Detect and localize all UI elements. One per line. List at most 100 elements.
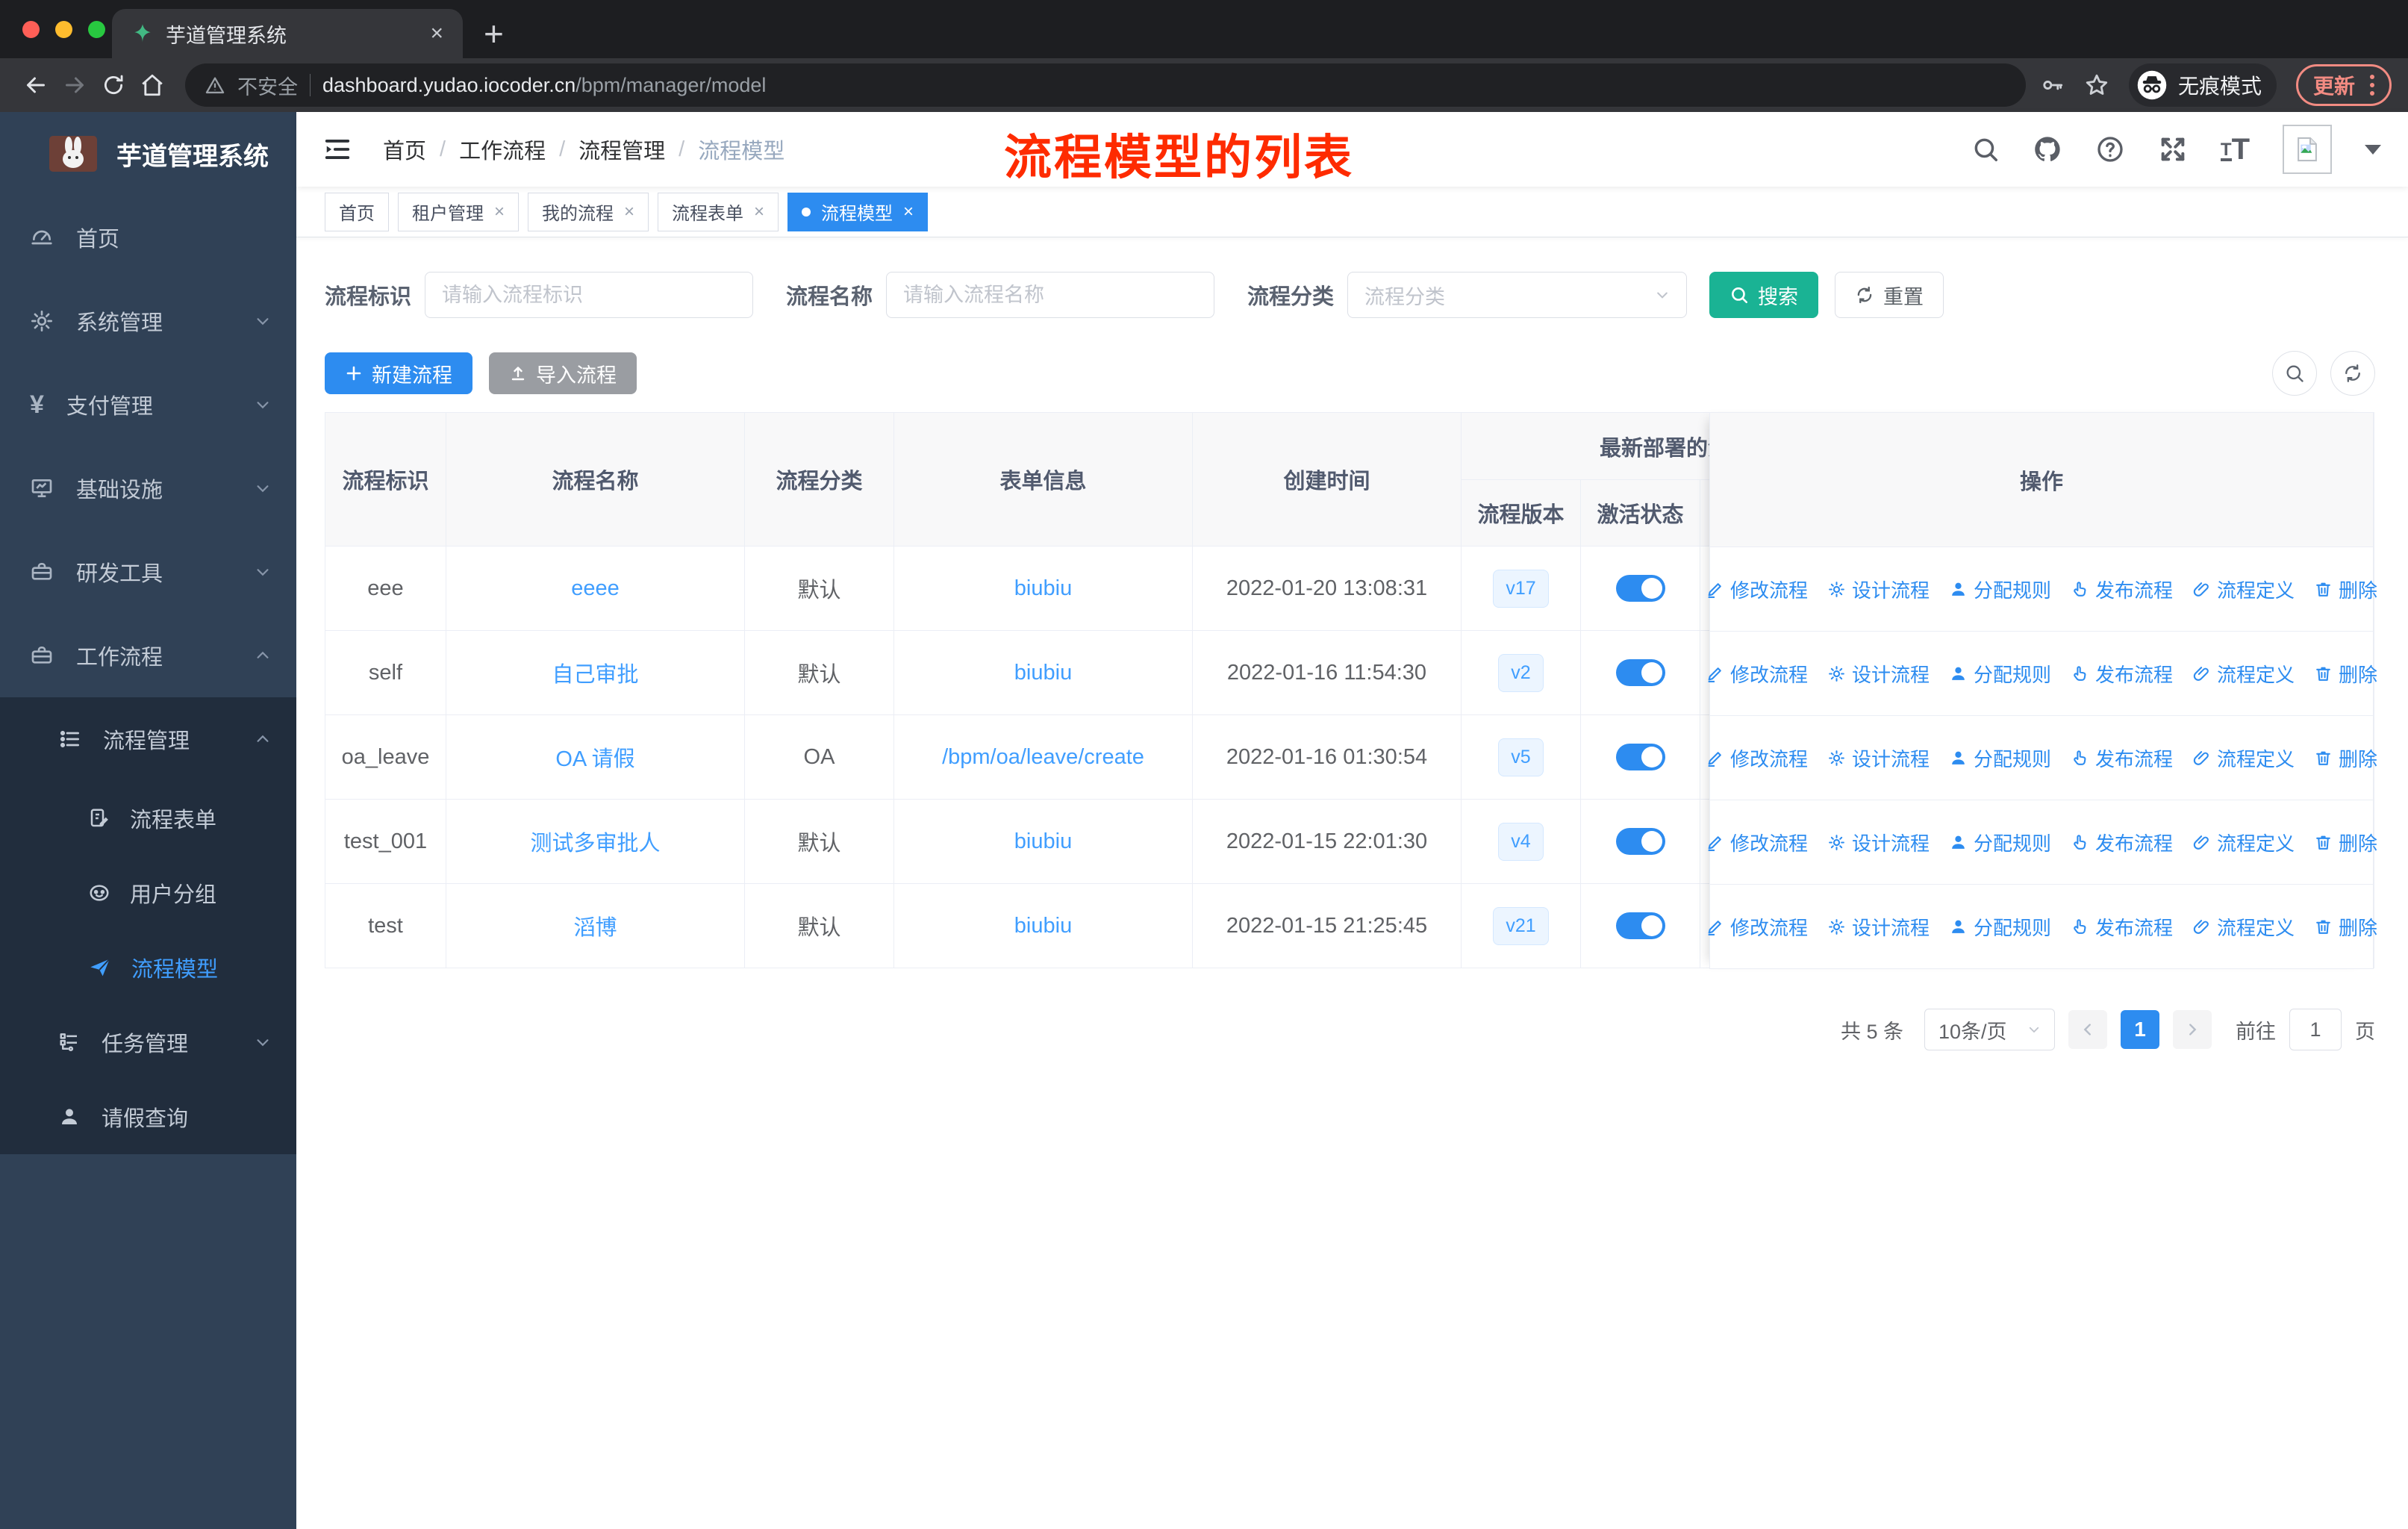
refresh-table-button[interactable] [2330,351,2375,396]
form-info-link[interactable]: /bpm/oa/leave/create [942,745,1144,769]
process-definition-link[interactable]: 流程定义 [2192,913,2295,941]
design-process-link[interactable]: 设计流程 [1827,829,1930,856]
avatar[interactable] [2283,125,2332,174]
filter-name-input[interactable] [886,272,1215,318]
assign-rules-link[interactable]: 分配规则 [1949,829,2051,856]
status-toggle[interactable] [1615,912,1665,939]
caret-down-icon[interactable] [2365,144,2381,155]
publish-process-link[interactable]: 发布流程 [2071,913,2173,941]
home-button[interactable] [133,72,172,98]
sidebar-item-infra[interactable]: 基础设施 [0,446,296,530]
github-icon[interactable] [2033,134,2062,164]
design-process-link[interactable]: 设计流程 [1827,744,1930,772]
modify-process-link[interactable]: 修改流程 [1706,829,1808,856]
process-name-link[interactable]: OA 请假 [555,747,634,771]
search-icon[interactable] [1971,135,2000,164]
delete-process-link[interactable]: 删除 [2314,576,2377,603]
fullscreen-icon[interactable] [2158,134,2188,164]
sidebar-item-process-model[interactable]: 流程模型 [0,930,296,1005]
page-size-select[interactable]: 10条/页 [1924,1009,2055,1050]
font-size-icon[interactable]: TT [2220,134,2250,164]
browser-menu-icon[interactable] [2370,75,2374,96]
bookmark-star-icon[interactable] [2084,72,2109,98]
modify-process-link[interactable]: 修改流程 [1706,576,1808,603]
process-name-link[interactable]: eeee [571,576,620,600]
process-name-link[interactable]: 滔博 [573,916,617,940]
tag-my-process[interactable]: 我的流程 × [528,192,649,231]
modify-process-link[interactable]: 修改流程 [1706,744,1808,772]
minimize-window-button[interactable] [55,20,72,38]
process-definition-link[interactable]: 流程定义 [2192,660,2295,688]
status-toggle[interactable] [1615,659,1665,686]
status-toggle[interactable] [1615,744,1665,770]
assign-rules-link[interactable]: 分配规则 [1949,576,2051,603]
status-toggle[interactable] [1615,575,1665,602]
process-definition-link[interactable]: 流程定义 [2192,576,2295,603]
goto-page-input[interactable] [2289,1009,2342,1050]
delete-process-link[interactable]: 删除 [2314,660,2377,688]
sidebar-item-workflow[interactable]: 工作流程 [0,614,296,697]
sidebar-item-home[interactable]: 首页 [0,196,296,279]
design-process-link[interactable]: 设计流程 [1827,576,1930,603]
assign-rules-link[interactable]: 分配规则 [1949,744,2051,772]
assign-rules-link[interactable]: 分配规则 [1949,660,2051,688]
publish-process-link[interactable]: 发布流程 [2071,576,2173,603]
back-button[interactable] [16,72,55,99]
process-definition-link[interactable]: 流程定义 [2192,744,2295,772]
publish-process-link[interactable]: 发布流程 [2071,829,2173,856]
status-toggle[interactable] [1615,828,1665,855]
reset-button[interactable]: 重置 [1835,272,1944,318]
close-icon[interactable]: × [624,202,634,222]
next-page-button[interactable] [2173,1010,2212,1049]
address-bar[interactable]: 不安全 dashboard.yudao.iocoder.cn/bpm/manag… [185,63,2026,107]
tag-process-model[interactable]: 流程模型 × [787,192,929,231]
tag-home[interactable]: 首页 [325,192,389,231]
sidebar-item-process-mgmt[interactable]: 流程管理 [0,697,296,781]
breadcrumb-process-mgmt[interactable]: 流程管理 [578,134,665,165]
browser-tab[interactable]: 芋道管理系统 × [112,9,463,58]
import-process-button[interactable]: 导入流程 [489,352,637,394]
form-info-link[interactable]: biubiu [1014,576,1072,600]
prev-page-button[interactable] [2068,1010,2107,1049]
show-search-button[interactable] [2272,351,2317,396]
close-icon[interactable]: × [754,202,764,222]
form-info-link[interactable]: biubiu [1014,661,1072,685]
sidebar-item-user-group[interactable]: 用户分组 [0,856,296,930]
close-window-button[interactable] [22,20,40,38]
publish-process-link[interactable]: 发布流程 [2071,660,2173,688]
delete-process-link[interactable]: 删除 [2314,913,2377,941]
close-icon[interactable]: × [494,202,505,222]
breadcrumb-workflow[interactable]: 工作流程 [459,134,546,165]
forward-button[interactable] [55,72,94,99]
sidebar-item-task-mgmt[interactable]: 任务管理 [0,1005,296,1080]
browser-update-button[interactable]: 更新 [2295,64,2392,106]
password-key-icon[interactable] [2039,72,2065,98]
security-chip[interactable]: 不安全 [237,71,298,100]
sidebar-item-leave-query[interactable]: 请假查询 [0,1080,296,1154]
search-button[interactable]: 搜索 [1709,272,1819,318]
design-process-link[interactable]: 设计流程 [1827,913,1930,941]
tab-close-icon[interactable]: × [430,21,443,46]
close-icon[interactable]: × [903,202,914,222]
tag-process-form[interactable]: 流程表单 × [658,192,779,231]
process-definition-link[interactable]: 流程定义 [2192,829,2295,856]
filter-id-input[interactable] [425,272,754,318]
modify-process-link[interactable]: 修改流程 [1706,913,1808,941]
new-tab-button[interactable]: + [484,13,504,54]
delete-process-link[interactable]: 删除 [2314,744,2377,772]
process-name-link[interactable]: 自己审批 [552,663,638,687]
zoom-window-button[interactable] [88,20,105,38]
breadcrumb-home[interactable]: 首页 [383,134,426,165]
help-icon[interactable] [2095,134,2125,164]
traffic-lights[interactable] [22,20,105,38]
form-info-link[interactable]: biubiu [1014,914,1072,938]
reload-button[interactable] [94,72,133,98]
tag-tenant[interactable]: 租户管理 × [398,192,520,231]
create-process-button[interactable]: 新建流程 [325,352,472,394]
sidebar-item-process-form[interactable]: 流程表单 [0,781,296,856]
sidebar-item-system[interactable]: 系统管理 [0,279,296,363]
sidebar-item-payment[interactable]: ¥ 支付管理 [0,363,296,446]
assign-rules-link[interactable]: 分配规则 [1949,913,2051,941]
collapse-sidebar-icon[interactable] [323,135,352,164]
sidebar-item-devtools[interactable]: 研发工具 [0,530,296,614]
